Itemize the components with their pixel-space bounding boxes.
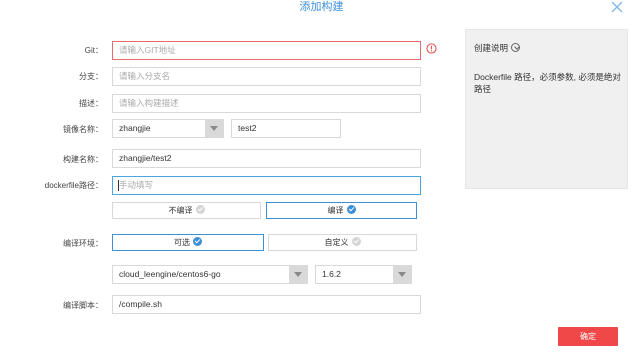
check-icon [193, 237, 202, 246]
image-name-label: 镜像名称： [63, 125, 103, 134]
branch-label: 分支： [79, 72, 103, 81]
compile-script-input[interactable]: /compile.sh [112, 295, 421, 314]
compile-option[interactable]: 编译 [266, 202, 417, 219]
env-image-value: cloud_leengine/centos6-go [119, 269, 221, 279]
dropdown-arrow-icon [205, 120, 223, 137]
dropdown-arrow-icon [289, 266, 307, 283]
env-version-value: 1.6.2 [322, 269, 341, 279]
git-label: Git： [84, 46, 103, 55]
dialog-title: 添加构建 [299, 1, 344, 13]
image-namespace-value: zhangjie [119, 123, 151, 133]
confirm-button[interactable]: 确定 [558, 327, 618, 346]
help-text: Dockerfile 路径，必须参数, 必须是绝对路径 [474, 72, 621, 94]
no-compile-option[interactable]: 不编译 [112, 202, 261, 219]
env-custom-label: 自定义 [324, 238, 349, 247]
no-compile-label: 不编译 [168, 206, 193, 215]
dockerfile-path-input[interactable]: 手动填写 [112, 176, 421, 195]
env-optional-option[interactable]: 可选 [112, 234, 264, 251]
help-title[interactable]: 创建说明 [474, 42, 521, 54]
description-label: 描述： [79, 99, 103, 108]
error-icon [426, 43, 437, 54]
chevron-down-icon [511, 43, 521, 52]
dockerfile-path-label: dockerfile路径： [44, 181, 103, 190]
env-version-select[interactable]: 1.6.2 [315, 265, 412, 284]
build-name-input[interactable]: zhangjie/test2 [112, 149, 421, 168]
image-namespace-select[interactable]: zhangjie [112, 119, 224, 138]
env-image-select[interactable]: cloud_leengine/centos6-go [112, 265, 308, 284]
check-icon [351, 237, 361, 246]
help-title-text: 创建说明 [474, 43, 509, 53]
branch-input[interactable]: 请输入分支名 [112, 67, 421, 86]
compile-script-label: 编译脚本： [63, 301, 103, 310]
dropdown-arrow-icon [393, 266, 411, 283]
compile-label: 编译 [327, 206, 344, 215]
env-optional-label: 可选 [174, 238, 190, 247]
compile-env-label: 编译环境： [63, 239, 103, 248]
image-name-input[interactable]: test2 [231, 119, 341, 138]
help-panel: 创建说明 Dockerfile 路径，必须参数, 必须是绝对路径 [465, 29, 628, 189]
check-icon [195, 205, 205, 214]
git-input[interactable]: 请输入GIT地址 [112, 41, 421, 60]
close-icon[interactable] [609, 0, 625, 15]
check-icon [346, 205, 356, 214]
env-custom-option[interactable]: 自定义 [268, 234, 417, 251]
description-input[interactable]: 请输入构建描述 [112, 94, 421, 113]
build-name-label: 构建名称： [63, 155, 103, 164]
